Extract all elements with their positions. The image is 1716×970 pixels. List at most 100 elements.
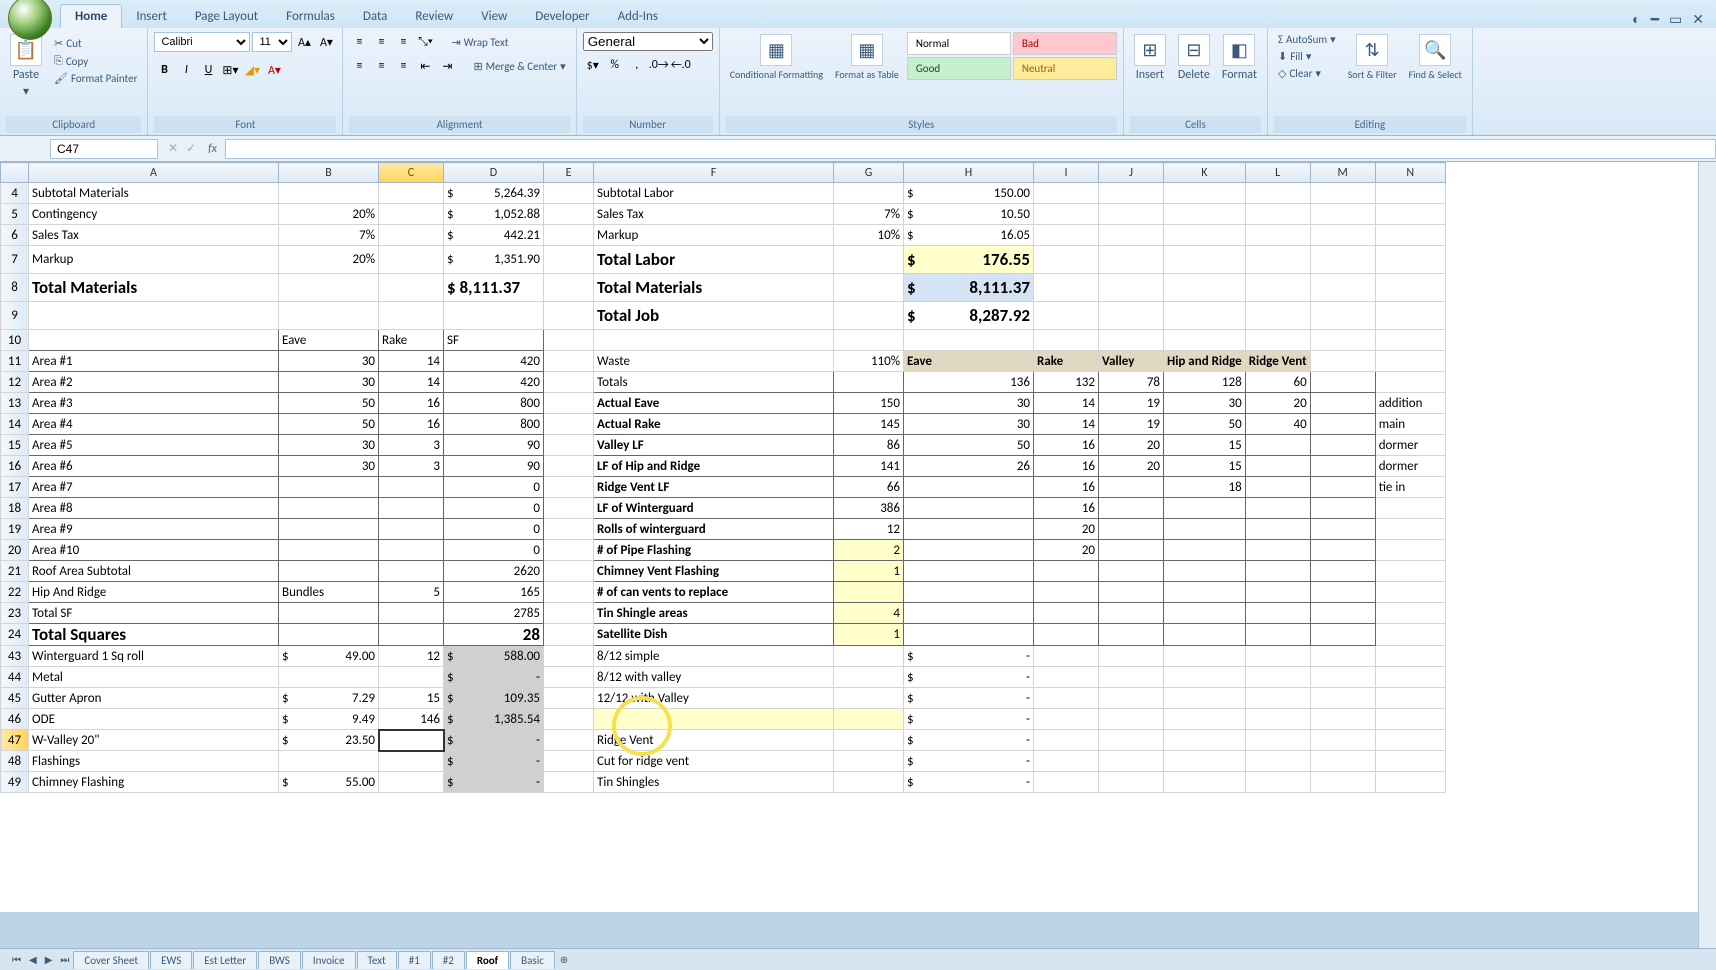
cell-J43[interactable] — [1099, 646, 1164, 667]
comma-icon[interactable]: , — [627, 55, 647, 75]
cell-G22[interactable] — [834, 582, 904, 603]
cell-J11[interactable]: Valley — [1099, 351, 1164, 372]
cell-L44[interactable] — [1245, 667, 1310, 688]
cell-B22[interactable]: Bundles — [279, 582, 379, 603]
cut-button[interactable]: ✂ Cut — [50, 36, 141, 51]
cell-J21[interactable] — [1099, 561, 1164, 582]
cell-F19[interactable]: Rolls of winterguard — [594, 519, 834, 540]
sort-filter-button[interactable]: ⇅Sort & Filter — [1344, 32, 1401, 83]
cell-M15[interactable] — [1310, 435, 1375, 456]
row-header-23[interactable]: 23 — [1, 603, 29, 624]
shrink-font-icon[interactable]: A▾ — [316, 32, 336, 52]
cell-M5[interactable] — [1310, 204, 1375, 225]
row-header-16[interactable]: 16 — [1, 456, 29, 477]
cell-H9[interactable]: $8,287.92 — [904, 302, 1034, 330]
cell-M48[interactable] — [1310, 751, 1375, 772]
row-header-13[interactable]: 13 — [1, 393, 29, 414]
cell-F12[interactable]: Totals — [594, 372, 834, 393]
cell-H17[interactable] — [904, 477, 1034, 498]
cell-H44[interactable]: $- — [904, 667, 1034, 688]
cell-E9[interactable] — [544, 302, 594, 330]
cell-C10[interactable]: Rake — [379, 330, 444, 351]
cell-D10[interactable]: SF — [444, 330, 544, 351]
cell-G7[interactable] — [834, 246, 904, 274]
cell-E11[interactable] — [544, 351, 594, 372]
align-mid-icon[interactable]: ≡ — [371, 32, 391, 52]
row-header-12[interactable]: 12 — [1, 372, 29, 393]
cell-A15[interactable]: Area #5 — [29, 435, 279, 456]
sheet-tab--1[interactable]: #1 — [398, 951, 431, 969]
cell-B15[interactable]: 30 — [279, 435, 379, 456]
cell-M14[interactable] — [1310, 414, 1375, 435]
fx-icon[interactable]: fx — [208, 142, 217, 156]
cell-C45[interactable]: 15 — [379, 688, 444, 709]
font-size-select[interactable]: 11 — [252, 32, 292, 52]
align-center-icon[interactable]: ≡ — [371, 56, 391, 76]
cell-I6[interactable] — [1034, 225, 1099, 246]
cell-C46[interactable]: 146 — [379, 709, 444, 730]
cell-A19[interactable]: Area #9 — [29, 519, 279, 540]
fill-button[interactable]: ⬇ Fill ▾ — [1274, 49, 1340, 64]
spreadsheet-grid[interactable]: ABCDEFGHIJKLMN4Subtotal Materials$5,264.… — [0, 162, 1716, 912]
cell-F24[interactable]: Satellite Dish — [594, 624, 834, 646]
cell-G4[interactable] — [834, 183, 904, 204]
cell-M22[interactable] — [1310, 582, 1375, 603]
tab-data[interactable]: Data — [349, 5, 402, 28]
cell-N11[interactable] — [1375, 351, 1445, 372]
cell-A43[interactable]: Winterguard 1 Sq roll — [29, 646, 279, 667]
cell-K44[interactable] — [1164, 667, 1246, 688]
sheet-tab-est-letter[interactable]: Est Letter — [193, 951, 257, 969]
cell-J8[interactable] — [1099, 274, 1164, 302]
cell-A10[interactable] — [29, 330, 279, 351]
cell-A16[interactable]: Area #6 — [29, 456, 279, 477]
col-header-G[interactable]: G — [834, 163, 904, 183]
cell-B10[interactable]: Eave — [279, 330, 379, 351]
cell-C9[interactable] — [379, 302, 444, 330]
style-normal[interactable]: Normal — [907, 32, 1011, 55]
cell-K5[interactable] — [1164, 204, 1246, 225]
cell-L47[interactable] — [1245, 730, 1310, 751]
cell-K48[interactable] — [1164, 751, 1246, 772]
cell-C23[interactable] — [379, 603, 444, 624]
new-sheet-icon[interactable]: ⊕ — [556, 953, 572, 966]
cell-C44[interactable] — [379, 667, 444, 688]
cell-F22[interactable]: # of can vents to replace — [594, 582, 834, 603]
cell-H10[interactable] — [904, 330, 1034, 351]
cell-I49[interactable] — [1034, 772, 1099, 793]
cell-D14[interactable]: 800 — [444, 414, 544, 435]
cell-N43[interactable] — [1375, 646, 1445, 667]
minimize-icon[interactable]: ━ — [1651, 11, 1659, 28]
cell-E48[interactable] — [544, 751, 594, 772]
cell-G18[interactable]: 386 — [834, 498, 904, 519]
cell-J47[interactable] — [1099, 730, 1164, 751]
row-header-4[interactable]: 4 — [1, 183, 29, 204]
cell-K20[interactable] — [1164, 540, 1246, 561]
cell-B23[interactable] — [279, 603, 379, 624]
cell-E10[interactable] — [544, 330, 594, 351]
cell-K7[interactable] — [1164, 246, 1246, 274]
tab-addins[interactable]: Add-Ins — [604, 5, 672, 28]
cell-B9[interactable] — [279, 302, 379, 330]
cell-H7[interactable]: $176.55 — [904, 246, 1034, 274]
cell-K15[interactable]: 15 — [1164, 435, 1246, 456]
cell-H46[interactable]: $- — [904, 709, 1034, 730]
border-button[interactable]: ⊞▾ — [220, 60, 240, 80]
cell-M19[interactable] — [1310, 519, 1375, 540]
cell-F17[interactable]: Ridge Vent LF — [594, 477, 834, 498]
cell-F43[interactable]: 8/12 simple — [594, 646, 834, 667]
cell-D4[interactable]: $5,264.39 — [444, 183, 544, 204]
tab-developer[interactable]: Developer — [521, 5, 603, 28]
cell-J9[interactable] — [1099, 302, 1164, 330]
cell-G14[interactable]: 145 — [834, 414, 904, 435]
format-as-table-button[interactable]: ▦Format as Table — [831, 32, 903, 83]
cell-F46[interactable] — [594, 709, 834, 730]
cell-A24[interactable]: Total Squares — [29, 624, 279, 646]
cell-E49[interactable] — [544, 772, 594, 793]
autosum-button[interactable]: Σ AutoSum ▾ — [1274, 32, 1340, 47]
cell-L22[interactable] — [1245, 582, 1310, 603]
cell-I10[interactable] — [1034, 330, 1099, 351]
row-header-19[interactable]: 19 — [1, 519, 29, 540]
cell-I48[interactable] — [1034, 751, 1099, 772]
cell-I16[interactable]: 16 — [1034, 456, 1099, 477]
cell-N4[interactable] — [1375, 183, 1445, 204]
